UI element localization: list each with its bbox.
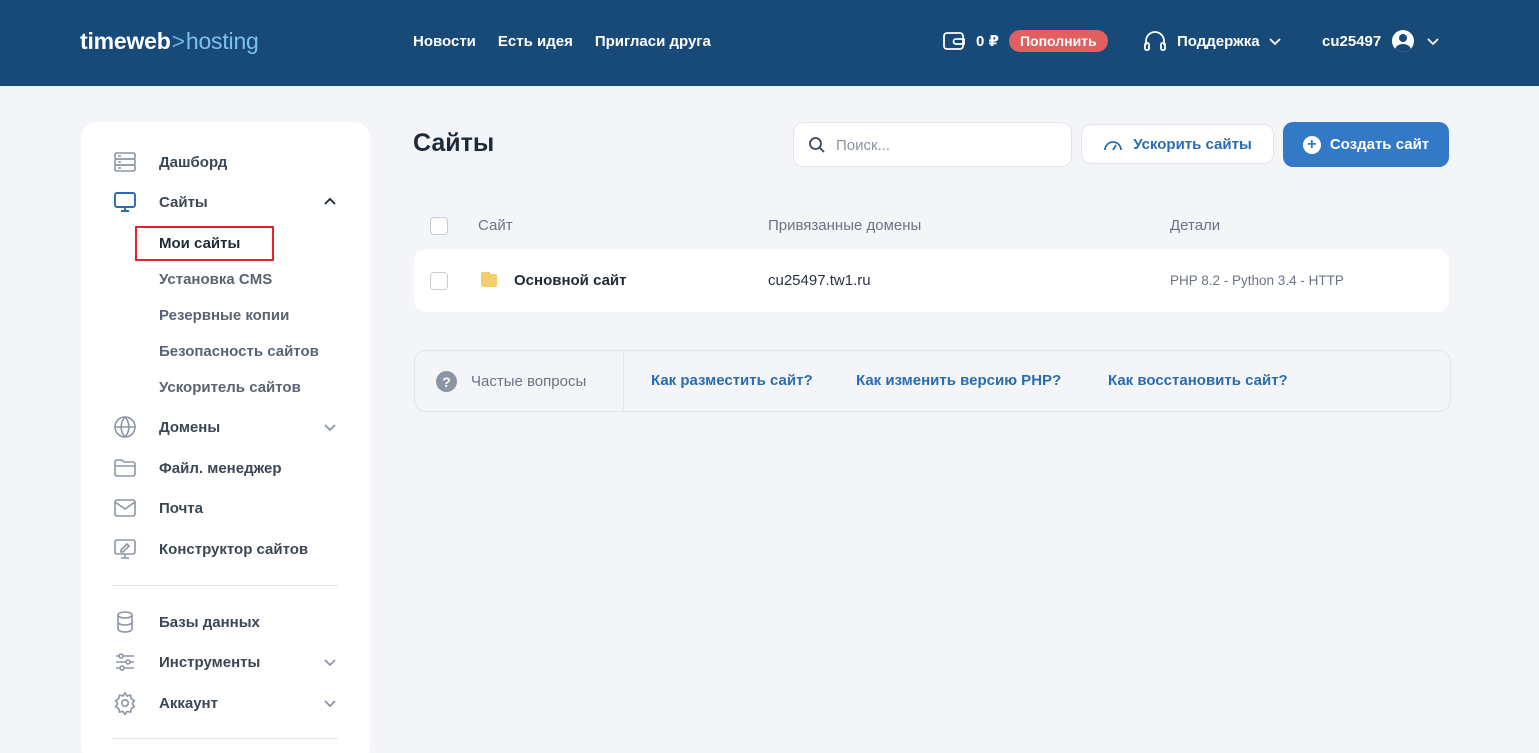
- sidebar-divider: [112, 585, 338, 586]
- faq-label: Частые вопросы: [471, 373, 587, 390]
- headset-icon: [1144, 31, 1166, 51]
- logo-separator: >: [171, 28, 185, 54]
- nav-news[interactable]: Новости: [413, 33, 476, 50]
- sidebar-item-mail[interactable]: Почта: [81, 493, 370, 523]
- logo[interactable]: timeweb>hosting: [80, 28, 259, 55]
- selection-highlight: [135, 226, 274, 261]
- sidebar-item-databases[interactable]: Базы данных: [81, 607, 370, 637]
- monitor-icon: [114, 192, 136, 212]
- chevron-down-icon: [1427, 38, 1439, 46]
- table-row[interactable]: Основной сайт cu25497.tw1.ru PHP 8.2 - P…: [414, 249, 1449, 312]
- sidebar-label: Аккаунт: [159, 694, 218, 712]
- chevron-down-icon: [324, 659, 336, 667]
- search-box[interactable]: [793, 122, 1072, 167]
- topup-button[interactable]: Пополнить: [1008, 30, 1108, 52]
- create-site-label: Создать сайт: [1329, 136, 1430, 153]
- sidebar: Дашборд Сайты Мои сайты Установка CMS Ре…: [81, 122, 370, 753]
- logo-sub: hosting: [185, 28, 259, 54]
- site-name[interactable]: Основной сайт: [514, 272, 627, 289]
- sidebar-label: Домены: [159, 418, 221, 436]
- sidebar-label: Сайты: [159, 193, 208, 211]
- sidebar-label: Файл. менеджер: [159, 459, 282, 477]
- nav-idea[interactable]: Есть идея: [498, 33, 573, 50]
- sidebar-label: Конструктор сайтов: [159, 540, 309, 558]
- speed-up-label: Ускорить сайты: [1133, 135, 1252, 153]
- chevron-down-icon: [324, 700, 336, 708]
- sidebar-item-domains[interactable]: Домены: [81, 412, 370, 442]
- create-site-button[interactable]: + Создать сайт: [1283, 122, 1449, 167]
- folder-icon: [481, 271, 497, 287]
- page-title: Сайты: [413, 129, 495, 157]
- sidebar-item-file-manager[interactable]: Файл. менеджер: [81, 453, 370, 483]
- speed-up-sites-button[interactable]: Ускорить сайты: [1081, 124, 1274, 164]
- top-nav: Новости Есть идея Пригласи друга: [413, 33, 711, 50]
- sidebar-item-account[interactable]: Аккаунт: [81, 688, 370, 718]
- top-header: timeweb>hosting Новости Есть идея Пригла…: [0, 0, 1539, 86]
- search-input[interactable]: [836, 133, 1056, 157]
- site-domain[interactable]: cu25497.tw1.ru: [768, 272, 871, 289]
- sidebar-subitem-cms[interactable]: Установка CMS: [159, 271, 272, 288]
- user-avatar-icon: [1392, 30, 1415, 52]
- monitor-pen-icon: [114, 539, 136, 559]
- balance-amount: 0 ₽: [976, 33, 999, 50]
- logo-main: timeweb: [80, 28, 171, 54]
- sidebar-item-dashboard[interactable]: Дашборд: [81, 147, 370, 177]
- site-details: PHP 8.2 - Python 3.4 - HTTP: [1170, 273, 1344, 288]
- speedometer-icon: [1104, 141, 1123, 151]
- globe-icon: [114, 416, 136, 438]
- column-header-site: Сайт: [478, 217, 513, 234]
- sidebar-label: Почта: [159, 499, 203, 517]
- faq-bar: ? Частые вопросы Как разместить сайт? Ка…: [414, 350, 1451, 412]
- sidebar-subitem-backups[interactable]: Резервные копии: [159, 307, 289, 324]
- column-header-domains: Привязанные домены: [768, 217, 922, 234]
- faq-link-php-version[interactable]: Как изменить версию PHP?: [856, 372, 1061, 389]
- database-icon: [117, 611, 133, 633]
- sidebar-label: Базы данных: [159, 613, 260, 631]
- nav-invite[interactable]: Пригласи друга: [595, 33, 711, 50]
- chevron-up-icon: [324, 197, 336, 205]
- support-label: Поддержка: [1177, 32, 1260, 50]
- chevron-down-icon: [1268, 38, 1281, 46]
- sidebar-item-builder[interactable]: Конструктор сайтов: [81, 534, 370, 564]
- plus-icon: +: [1302, 135, 1321, 154]
- search-icon: [809, 137, 825, 153]
- column-header-details: Детали: [1170, 217, 1221, 234]
- sliders-icon: [116, 653, 134, 671]
- sidebar-subitem-security[interactable]: Безопасность сайтов: [159, 343, 319, 360]
- faq-link-restore-site[interactable]: Как восстановить сайт?: [1108, 372, 1288, 389]
- sidebar-item-tools[interactable]: Инструменты: [81, 647, 370, 677]
- username: cu25497: [1322, 32, 1382, 50]
- sidebar-divider: [112, 738, 338, 739]
- sidebar-label: Дашборд: [159, 153, 228, 171]
- user-menu[interactable]: cu25497: [1322, 30, 1440, 52]
- wallet-icon[interactable]: [942, 30, 966, 52]
- gear-icon: [114, 691, 136, 715]
- faq-divider: [623, 351, 624, 411]
- faq-link-host-site[interactable]: Как разместить сайт?: [651, 372, 813, 389]
- balance: 0 ₽ Пополнить: [942, 30, 1108, 52]
- row-checkbox[interactable]: [430, 272, 448, 290]
- sidebar-item-sites[interactable]: Сайты: [81, 187, 370, 217]
- folder-icon: [114, 459, 136, 477]
- mail-icon: [114, 499, 136, 517]
- question-icon: ?: [436, 371, 457, 392]
- sidebar-label: Инструменты: [159, 653, 261, 671]
- sidebar-subitem-accelerator[interactable]: Ускоритель сайтов: [159, 379, 301, 396]
- chevron-down-icon: [324, 424, 336, 432]
- server-icon: [114, 152, 136, 172]
- select-all-checkbox[interactable]: [430, 217, 448, 235]
- support-menu[interactable]: Поддержка: [1143, 30, 1282, 52]
